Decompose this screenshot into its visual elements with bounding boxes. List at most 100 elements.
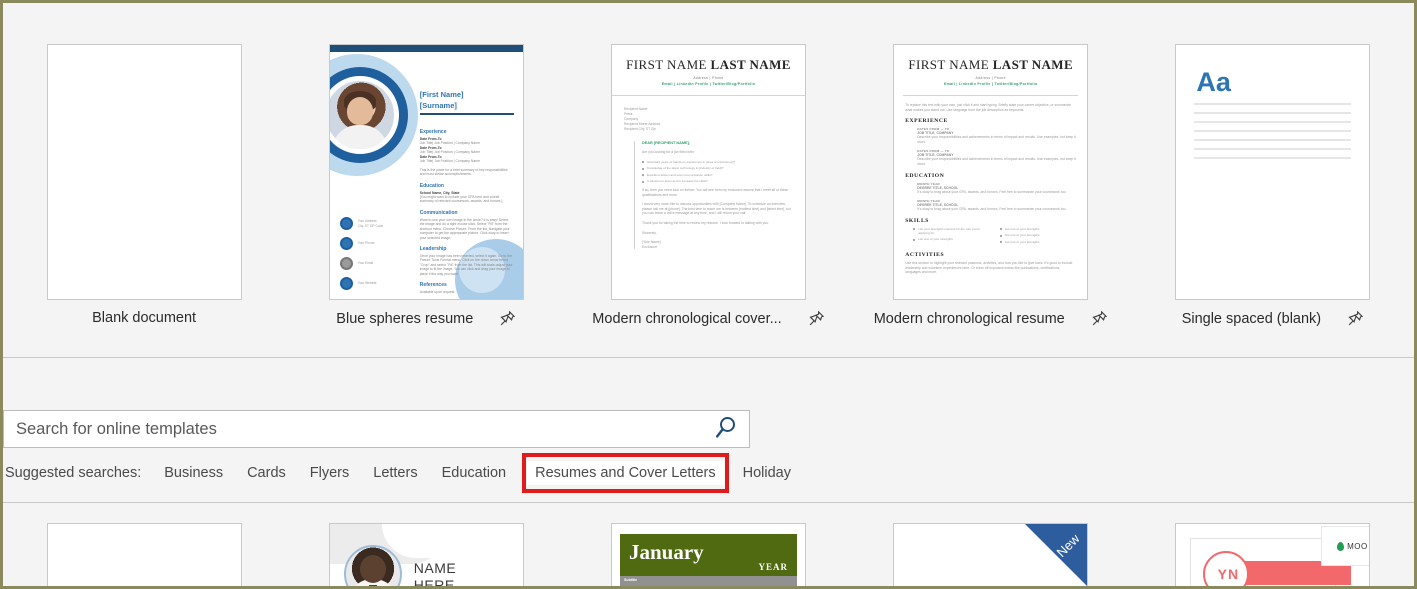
section-body: Available upon request. <box>419 289 456 294</box>
suggestion-business[interactable]: Business <box>164 465 223 481</box>
section-body: Once your image has been inserted, selec… <box>419 253 513 276</box>
template-card-single-spaced-blank[interactable]: Aa Single spaced (blank) <box>1132 3 1414 357</box>
template-thumbnail-cover-letter[interactable]: FIRST NAME LAST NAME Address | Phone Ema… <box>611 44 806 300</box>
list-item: Excellent written and oral communication… <box>642 173 793 177</box>
template-thumbnail-moo-card[interactable]: YOUR N PROFESSION OR INDUSTRY | LINK TO … <box>1175 523 1371 586</box>
contact-row: Your Phone <box>339 237 414 250</box>
template-card-blank-bottom[interactable] <box>3 523 285 586</box>
section-heading-education: Education <box>419 182 444 189</box>
address-icon <box>339 217 353 230</box>
template-card-blue-spheres-resume[interactable]: [First Name] [Surname] Experience Date F… <box>285 3 567 357</box>
skills-columns: List your strengths relevant for the rol… <box>905 227 1076 247</box>
skills-column-right: List one of your strengths List one of y… <box>999 227 1077 247</box>
calendar-year: YEAR <box>758 562 788 572</box>
calendar-month: January <box>629 540 704 564</box>
activities-text: Use this section to highlight your relev… <box>905 261 1073 275</box>
template-thumbnail-calendar[interactable]: January YEAR Subtitle Title <box>611 523 806 586</box>
suggestion-cards[interactable]: Cards <box>247 465 286 481</box>
avatar-tie <box>368 585 377 586</box>
template-card-new-banner[interactable]: New <box>850 523 1132 586</box>
contact-list: Your Address City, ST ZIP Code Your Phon… <box>339 217 414 297</box>
links-line: Email | LinkedIn Profile | Twitter/Blog/… <box>661 82 756 86</box>
suggestion-letters[interactable]: Letters <box>373 465 417 481</box>
section-body: Want to use your own image in the circle… <box>419 217 510 240</box>
pin-icon[interactable] <box>808 310 825 327</box>
paragraph: If so, then you need look no further. Yo… <box>642 188 789 197</box>
contact-text: Your Address City, ST ZIP Code <box>357 219 384 228</box>
pin-icon[interactable] <box>1091 310 1108 327</box>
template-caption: Single spaced (blank) <box>1132 310 1414 327</box>
search-box[interactable] <box>3 410 750 448</box>
moo-logo: MOO <box>1321 526 1370 566</box>
name-placeholder: NAME HERE <box>413 560 457 589</box>
template-card-name-here-resume[interactable]: NAME HERE <box>285 523 567 586</box>
template-card-modern-chronological-resume[interactable]: FIRST NAME LAST NAME Address | Phone Ema… <box>850 3 1132 357</box>
search-band: Suggested searches: Business Cards Flyer… <box>3 359 1414 501</box>
suggestion-flyers[interactable]: Flyers <box>310 465 349 481</box>
search-icon <box>713 415 739 444</box>
decorative-arc-2 <box>381 524 523 558</box>
bullet-icon <box>913 238 916 241</box>
moo-brand-text: MOO <box>1347 541 1368 551</box>
suggestion-education[interactable]: Education <box>442 465 507 481</box>
template-thumbnail-blank[interactable] <box>46 523 242 586</box>
section-heading-leadership: Leadership <box>419 245 447 252</box>
name-underline <box>419 113 514 115</box>
document-name-header: FIRST NAME LAST NAME <box>908 57 1074 72</box>
template-thumbnail-resume[interactable]: FIRST NAME LAST NAME Address | Phone Ema… <box>893 44 1089 300</box>
bullet-list: Abundant years of hands-on experience in… <box>642 160 793 183</box>
contact-line: Address | Phone <box>975 76 1006 80</box>
avatar-head <box>346 97 373 125</box>
template-card-january-calendar[interactable]: January YEAR Subtitle Title <box>567 523 849 586</box>
more-templates-row: NAME HERE January YEAR Subtitle Title <box>3 502 1414 586</box>
resume-name: [First Name] [Surname] <box>420 89 513 111</box>
closing: Sincerely, <box>642 230 657 235</box>
template-label: Modern chronological cover... <box>592 310 782 327</box>
experience-entry: DATES FROM — TO JOB TITLE, COMPANY Descr… <box>917 127 1076 144</box>
letter-body: DEAR [RECIPIENT NAME], Are you looking f… <box>634 141 793 250</box>
list-item: List one of your strengths <box>913 237 990 241</box>
search-button[interactable] <box>703 411 749 447</box>
section-body: School Name, City, State [You might want… <box>419 190 503 204</box>
template-grid: Blank document [First Name] [Surname] Ex… <box>3 3 1414 357</box>
template-card-blank-document[interactable]: Blank document <box>3 3 285 357</box>
template-thumbnail-new[interactable]: New <box>893 523 1089 586</box>
contact-text: Your Email <box>357 261 374 266</box>
paragraph: I would very much like to discuss opport… <box>642 202 791 216</box>
section-heading-experience: EXPERIENCE <box>905 118 948 125</box>
section-heading-education: EDUCATION <box>905 172 945 179</box>
contact-line: Address | Phone <box>693 76 724 80</box>
contact-text: Your Website <box>357 281 377 286</box>
phone-icon <box>339 237 353 250</box>
template-caption: Blank document <box>3 310 285 326</box>
links-line: Email | LinkedIn Profile | Twitter/Blog/… <box>943 82 1038 86</box>
template-thumbnail-name-here[interactable]: NAME HERE <box>328 523 524 589</box>
pin-icon[interactable] <box>1347 310 1364 327</box>
education-entry: MONTH YEAR DEGREE TITLE, SCHOOL It's oka… <box>917 199 1067 212</box>
bullet-icon <box>642 180 644 183</box>
bullet-icon <box>642 161 644 164</box>
template-caption: Blue spheres resume <box>285 310 567 327</box>
website-icon <box>339 277 353 290</box>
suggested-searches-label: Suggested searches: <box>5 465 142 481</box>
bullet-icon <box>642 167 644 170</box>
document-name-header: FIRST NAME LAST NAME <box>626 57 791 72</box>
experience-entry: DATES FROM — TO JOB TITLE, COMPANY Descr… <box>917 149 1076 166</box>
search-input[interactable] <box>4 419 703 439</box>
list-item: List your strengths relevant for the rol… <box>913 227 990 235</box>
pin-icon[interactable] <box>499 310 516 327</box>
recipient-block: Recipient Name Press Company Recipient S… <box>624 107 661 131</box>
template-thumbnail-single-spaced[interactable]: Aa <box>1175 44 1371 300</box>
suggestion-holiday[interactable]: Holiday <box>743 465 791 481</box>
template-card-modern-chronological-cover-letter[interactable]: FIRST NAME LAST NAME Address | Phone Ema… <box>567 3 849 357</box>
skills-column-left: List your strengths relevant for the rol… <box>913 227 990 247</box>
suggestion-resumes-and-cover-letters[interactable]: Resumes and Cover Letters <box>522 453 729 493</box>
template-caption: Modern chronological resume <box>850 310 1132 327</box>
template-thumbnail-blank-document[interactable] <box>46 44 242 300</box>
template-thumbnail-blue-spheres-resume[interactable]: [First Name] [Surname] Experience Date F… <box>328 44 524 300</box>
new-corner-banner <box>1025 524 1088 586</box>
contact-row: Your Address City, ST ZIP Code <box>339 217 414 230</box>
template-card-moo-business-card[interactable]: YOUR N PROFESSION OR INDUSTRY | LINK TO … <box>1132 523 1414 586</box>
greeting: DEAR [RECIPIENT NAME], <box>642 141 690 145</box>
business-card: YOUR N PROFESSION OR INDUSTRY | LINK TO … <box>1190 538 1352 586</box>
